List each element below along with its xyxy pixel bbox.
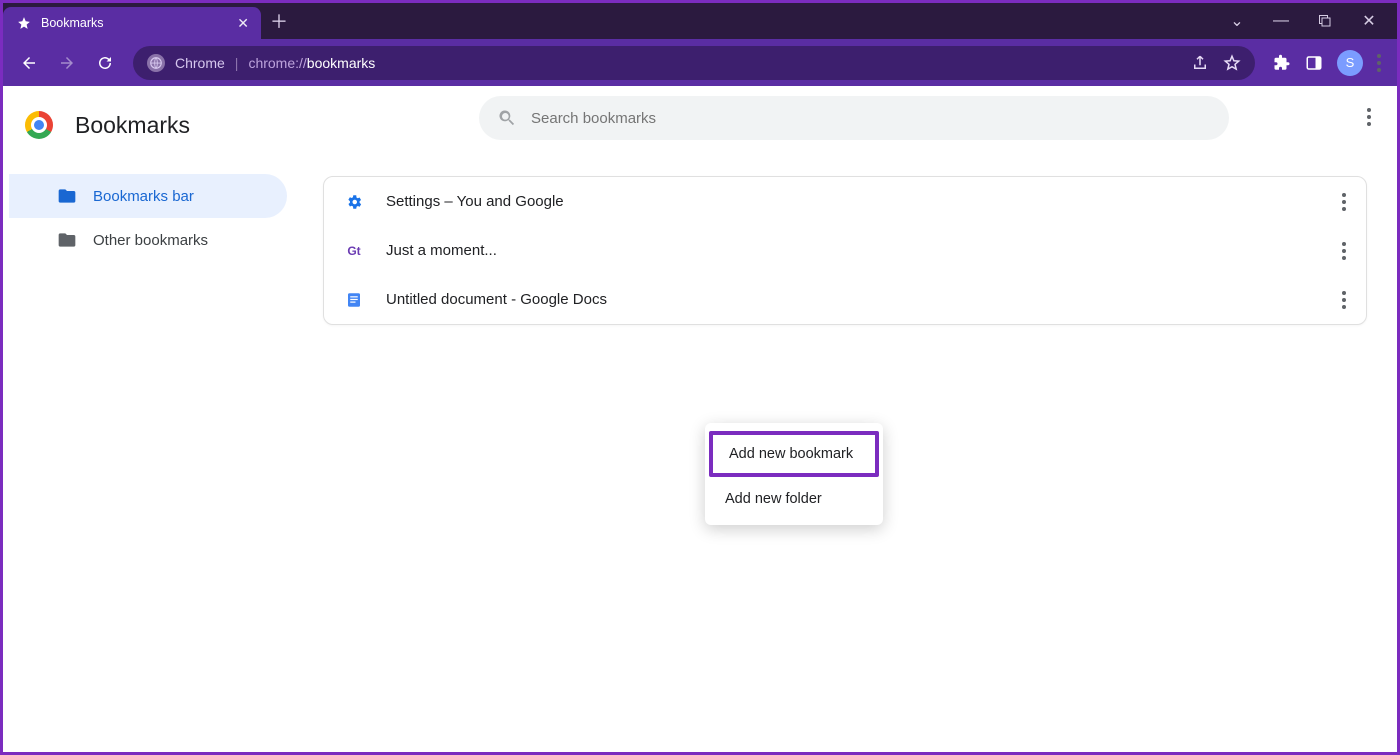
sidebar-item-bookmarks-bar[interactable]: Bookmarks bar	[9, 174, 287, 218]
window-close-button[interactable]: ✕	[1359, 11, 1379, 31]
star-icon	[17, 16, 31, 30]
sidepanel-icon[interactable]	[1305, 54, 1323, 72]
bookmark-star-icon[interactable]	[1223, 54, 1241, 72]
share-icon[interactable]	[1191, 54, 1209, 72]
sidebar-item-label: Other bookmarks	[93, 232, 208, 249]
url-scheme: chrome://	[248, 55, 306, 71]
chrome-logo-icon	[25, 111, 53, 139]
new-tab-button[interactable]: ＋	[261, 3, 297, 39]
address-bar[interactable]: Chrome | chrome://bookmarks	[133, 46, 1255, 80]
page-more-menu-button[interactable]	[1367, 108, 1371, 126]
bookmark-more-button[interactable]	[1342, 242, 1346, 260]
chrome-menu-button[interactable]	[1377, 54, 1381, 72]
address-separator: |	[235, 55, 239, 71]
bookmark-row[interactable]: Gt Just a moment...	[324, 226, 1366, 275]
folder-icon	[57, 186, 77, 206]
ctx-item-label: Add new folder	[725, 491, 822, 507]
bookmarks-page: Bookmarks Bookmarks bar Other bookmarks …	[3, 86, 1397, 752]
ctx-item-label: Add new bookmark	[729, 446, 853, 462]
browser-tab-active[interactable]: Bookmarks ✕	[3, 7, 261, 39]
favicon-icon: Gt	[344, 244, 364, 258]
extensions-icon[interactable]	[1273, 54, 1291, 72]
bookmark-row[interactable]: Untitled document - Google Docs	[324, 275, 1366, 324]
folder-icon	[57, 230, 77, 250]
search-bookmarks-input[interactable]	[531, 110, 1211, 127]
back-button[interactable]	[13, 47, 45, 79]
tabs-dropdown-button[interactable]: ⌄	[1227, 11, 1247, 31]
forward-button	[51, 47, 83, 79]
bookmark-title: Untitled document - Google Docs	[386, 291, 607, 308]
window-controls: ⌄ — ✕	[1227, 3, 1397, 39]
title-bar: Bookmarks ✕ ＋ ⌄ — ✕	[3, 3, 1397, 39]
bookmarks-list-area: Settings – You and Google Gt Just a mome…	[323, 86, 1397, 752]
search-icon	[497, 108, 517, 128]
ctx-add-new-bookmark[interactable]: Add new bookmark	[709, 431, 879, 477]
window-minimize-button[interactable]: —	[1271, 11, 1291, 31]
tab-close-button[interactable]: ✕	[237, 15, 249, 32]
context-menu: Add new bookmark Add new folder	[705, 423, 883, 525]
docs-icon	[344, 291, 364, 309]
window-maximize-button[interactable]	[1315, 11, 1335, 31]
tab-title: Bookmarks	[41, 16, 104, 30]
gear-icon	[344, 193, 364, 211]
search-bookmarks-box[interactable]	[479, 96, 1229, 140]
bookmark-more-button[interactable]	[1342, 193, 1346, 211]
site-info-icon[interactable]	[147, 54, 165, 72]
bookmark-title: Just a moment...	[386, 242, 497, 259]
address-app-name: Chrome	[175, 55, 225, 71]
page-title: Bookmarks	[75, 112, 190, 139]
sidebar-item-other-bookmarks[interactable]: Other bookmarks	[9, 218, 287, 262]
bookmark-title: Settings – You and Google	[386, 193, 564, 210]
bookmark-more-button[interactable]	[1342, 291, 1346, 309]
profile-avatar[interactable]: S	[1337, 50, 1363, 76]
url-path: bookmarks	[307, 55, 375, 71]
sidebar-item-label: Bookmarks bar	[93, 188, 194, 205]
reload-button[interactable]	[89, 47, 121, 79]
sidebar: Bookmarks bar Other bookmarks	[3, 174, 323, 262]
browser-toolbar: Chrome | chrome://bookmarks S	[3, 39, 1397, 86]
bookmark-row[interactable]: Settings – You and Google	[324, 177, 1366, 226]
ctx-add-new-folder[interactable]: Add new folder	[705, 479, 883, 519]
bookmarks-card: Settings – You and Google Gt Just a mome…	[323, 176, 1367, 325]
